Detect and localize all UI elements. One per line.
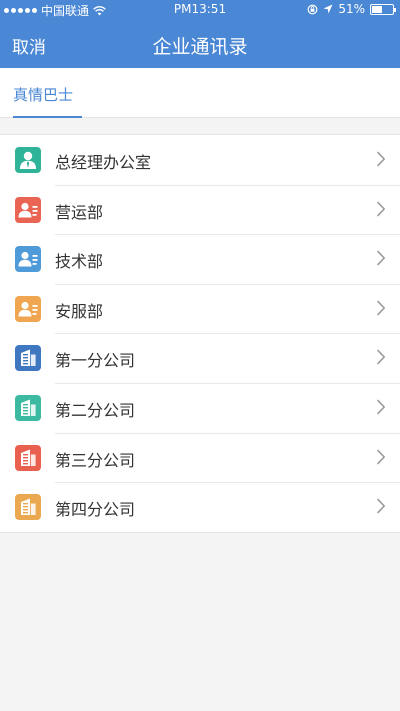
building-icon <box>15 444 41 471</box>
location-arrow-icon <box>323 4 333 14</box>
chevron-right-icon <box>376 399 386 415</box>
list-item[interactable]: 第一分公司 <box>0 333 400 383</box>
list-item[interactable]: 技术部 <box>0 234 400 284</box>
chevron-right-icon <box>376 151 386 167</box>
list-item-label: 第四分公司 <box>55 500 136 520</box>
list-item-label: 第二分公司 <box>55 400 136 420</box>
list-item[interactable]: 营运部 <box>0 184 400 235</box>
manager-person-icon <box>15 147 41 173</box>
list-item-label: 第一分公司 <box>55 351 136 371</box>
tab-active-indicator <box>13 116 82 118</box>
chevron-right-icon <box>376 349 386 365</box>
building-icon <box>15 394 41 421</box>
nav-bar: 取消 企业通讯录 <box>0 20 400 68</box>
list-item[interactable]: 安服部 <box>0 283 400 334</box>
list-item-label: 安服部 <box>55 301 104 321</box>
list-item[interactable]: 总经理办公室 <box>0 135 400 185</box>
building-icon <box>15 494 41 521</box>
chevron-right-icon <box>376 449 386 465</box>
status-bar: 中国联通 PM13:51 51% <box>0 0 400 20</box>
chevron-right-icon <box>376 300 386 316</box>
battery-percent: 51% <box>338 2 365 16</box>
tab-bar: 真情巴士 <box>0 68 400 118</box>
list-item-label: 总经理办公室 <box>55 153 152 172</box>
chevron-right-icon <box>376 201 386 217</box>
cancel-button[interactable]: 取消 <box>12 33 46 58</box>
page-title: 企业通讯录 <box>152 36 248 58</box>
chevron-right-icon <box>376 498 386 514</box>
list-item[interactable]: 第二分公司 <box>0 382 400 433</box>
department-card-icon <box>15 196 41 223</box>
building-icon <box>15 345 41 372</box>
list-item[interactable]: 第三分公司 <box>0 432 400 483</box>
battery-icon <box>370 3 396 15</box>
department-list: 总经理办公室 营运部技术部安服部第一分公司第二分公司第三分公司第四分公司 <box>0 134 400 533</box>
department-card-icon <box>15 246 41 273</box>
tab-zhenqing-bus[interactable]: 真情巴士 <box>13 84 73 105</box>
list-item-label: 第三分公司 <box>55 450 136 470</box>
list-item-label: 技术部 <box>55 252 104 272</box>
list-item[interactable]: 第四分公司 <box>0 482 400 532</box>
rotation-lock-icon <box>307 4 318 14</box>
list-item-label: 营运部 <box>55 202 104 222</box>
top-bar: 中国联通 PM13:51 51% 取消 企业通讯录 <box>0 0 400 68</box>
department-card-icon <box>15 295 41 322</box>
chevron-right-icon <box>376 250 386 266</box>
